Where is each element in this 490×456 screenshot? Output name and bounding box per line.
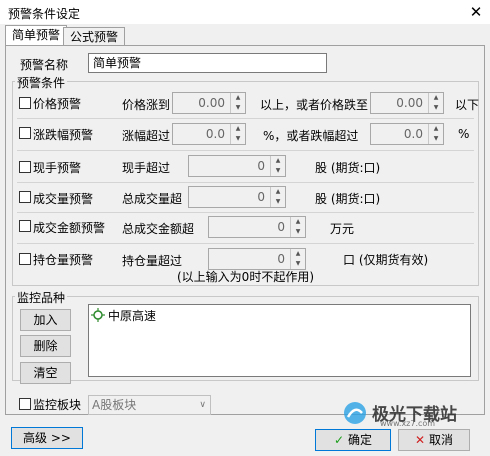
price-fall-label: 以上，或者价格跌至 <box>260 98 369 112</box>
percent-unit-label: % <box>458 127 470 141</box>
open-interest-value: 0 <box>277 252 285 266</box>
volume-total-unit: 股 (期货:口) <box>315 192 381 206</box>
checkmark-icon: ✓ <box>334 433 345 447</box>
spin-down-icon[interactable]: ▼ <box>428 134 443 144</box>
amount-alert-checkbox[interactable] <box>19 220 31 232</box>
spin-down-icon[interactable]: ▼ <box>290 227 305 237</box>
divider <box>17 118 474 119</box>
price-fall-value: 0.00 <box>396 96 423 110</box>
price-alert-checkbox[interactable] <box>19 97 31 109</box>
spin-down-icon[interactable]: ▼ <box>270 166 285 176</box>
price-rise-spinner[interactable]: 0.00 ▲ ▼ <box>172 92 246 114</box>
fall-percent-spinner[interactable]: 0.0 ▲ ▼ <box>370 123 444 145</box>
tab-simple-alert[interactable]: 简单预警 <box>5 25 68 46</box>
ok-button-label: 确定 <box>347 433 372 447</box>
divider <box>17 212 474 213</box>
watermark-icon <box>344 402 366 424</box>
spin-up-icon[interactable]: ▲ <box>428 93 443 103</box>
spin-down-icon[interactable]: ▼ <box>270 197 285 207</box>
price-rise-value: 0.00 <box>198 96 225 110</box>
spin-up-icon[interactable]: ▲ <box>428 124 443 134</box>
divider <box>17 243 474 244</box>
rise-percent-value: 0.0 <box>205 127 225 141</box>
open-interest-unit: 口 (仅期货有效) <box>343 253 429 267</box>
volume-now-checkbox[interactable] <box>19 161 31 173</box>
fall-percent-value: 0.0 <box>403 127 423 141</box>
spin-up-icon[interactable]: ▲ <box>230 93 245 103</box>
monitor-legend: 监控品种 <box>15 289 68 306</box>
spin-up-icon[interactable]: ▲ <box>230 124 245 134</box>
amount-alert-label: 成交金额预警 <box>33 221 106 235</box>
cancel-button[interactable]: ✕ 取消 <box>398 429 470 451</box>
alert-name-input[interactable]: 简单预警 <box>88 53 327 73</box>
price-alert-label: 价格预警 <box>33 97 82 111</box>
volume-total-value: 0 <box>257 190 265 204</box>
chevron-down-icon: ∨ <box>199 400 206 410</box>
spin-down-icon[interactable]: ▼ <box>428 103 443 113</box>
price-fall-spinner[interactable]: 0.00 ▲ ▼ <box>370 92 444 114</box>
delete-button[interactable]: 删除 <box>20 335 71 357</box>
open-interest-spinner[interactable]: 0 ▲ ▼ <box>208 248 306 270</box>
conditions-legend: 预警条件 <box>15 74 68 91</box>
volume-now-label: 现手预警 <box>33 161 82 175</box>
volume-total-checkbox[interactable] <box>19 191 31 203</box>
volume-now-value: 0 <box>257 159 265 173</box>
change-alert-label: 涨跌幅预警 <box>33 128 94 142</box>
zero-input-note: (以上输入为0时不起作用) <box>177 270 314 284</box>
spin-down-icon[interactable]: ▼ <box>230 134 245 144</box>
spin-down-icon[interactable]: ▼ <box>230 103 245 113</box>
volume-total-label: 成交量预警 <box>33 192 94 206</box>
volume-total-spinner[interactable]: 0 ▲ ▼ <box>188 186 286 208</box>
amount-value: 0 <box>277 220 285 234</box>
block-select-value: A股板块 <box>92 398 137 412</box>
block-monitor-label: 监控板块 <box>33 398 82 412</box>
watermark-url: www.xz7.com <box>380 419 436 428</box>
volume-now-text: 现手超过 <box>122 161 171 175</box>
volume-total-text: 总成交量超 <box>122 192 183 206</box>
amount-text: 总成交金额超 <box>122 222 195 236</box>
spin-up-icon[interactable]: ▲ <box>270 187 285 197</box>
open-interest-text: 持仓量超过 <box>122 254 183 268</box>
cancel-button-label: 取消 <box>428 433 453 447</box>
add-button[interactable]: 加入 <box>20 309 71 331</box>
tab-formula-alert[interactable]: 公式预警 <box>63 27 126 46</box>
spin-up-icon[interactable]: ▲ <box>270 156 285 166</box>
divider <box>17 182 474 183</box>
fall-percent-label: %，或者跌幅超过 <box>263 129 359 143</box>
rise-percent-label: 涨幅超过 <box>122 129 171 143</box>
block-select[interactable]: A股板块 ∨ <box>88 395 211 415</box>
price-rise-label: 价格涨到 <box>122 98 171 112</box>
stock-item-icon <box>91 308 105 322</box>
volume-now-unit: 股 (期货:口) <box>315 161 381 175</box>
block-monitor-checkbox[interactable] <box>19 398 31 410</box>
price-below-label: 以下 <box>455 98 480 112</box>
clear-button[interactable]: 清空 <box>20 362 71 384</box>
open-interest-checkbox[interactable] <box>19 253 31 265</box>
volume-now-spinner[interactable]: 0 ▲ ▼ <box>188 155 286 177</box>
cancel-x-icon: ✕ <box>415 433 426 447</box>
spin-up-icon[interactable]: ▲ <box>290 217 305 227</box>
window-title: 预警条件设定 <box>8 7 81 21</box>
alert-name-label: 预警名称 <box>20 58 69 72</box>
amount-unit: 万元 <box>330 222 355 236</box>
amount-spinner[interactable]: 0 ▲ ▼ <box>208 216 306 238</box>
close-button[interactable]: ✕ <box>466 2 486 22</box>
open-interest-label: 持仓量预警 <box>33 253 94 267</box>
ok-button[interactable]: ✓ 确定 <box>315 429 391 451</box>
advanced-button[interactable]: 高级 >> <box>11 427 83 449</box>
divider <box>17 150 474 151</box>
rise-percent-spinner[interactable]: 0.0 ▲ ▼ <box>172 123 246 145</box>
change-alert-checkbox[interactable] <box>19 127 31 139</box>
list-item[interactable]: 中原高速 <box>108 307 156 324</box>
spin-up-icon[interactable]: ▲ <box>290 249 305 259</box>
